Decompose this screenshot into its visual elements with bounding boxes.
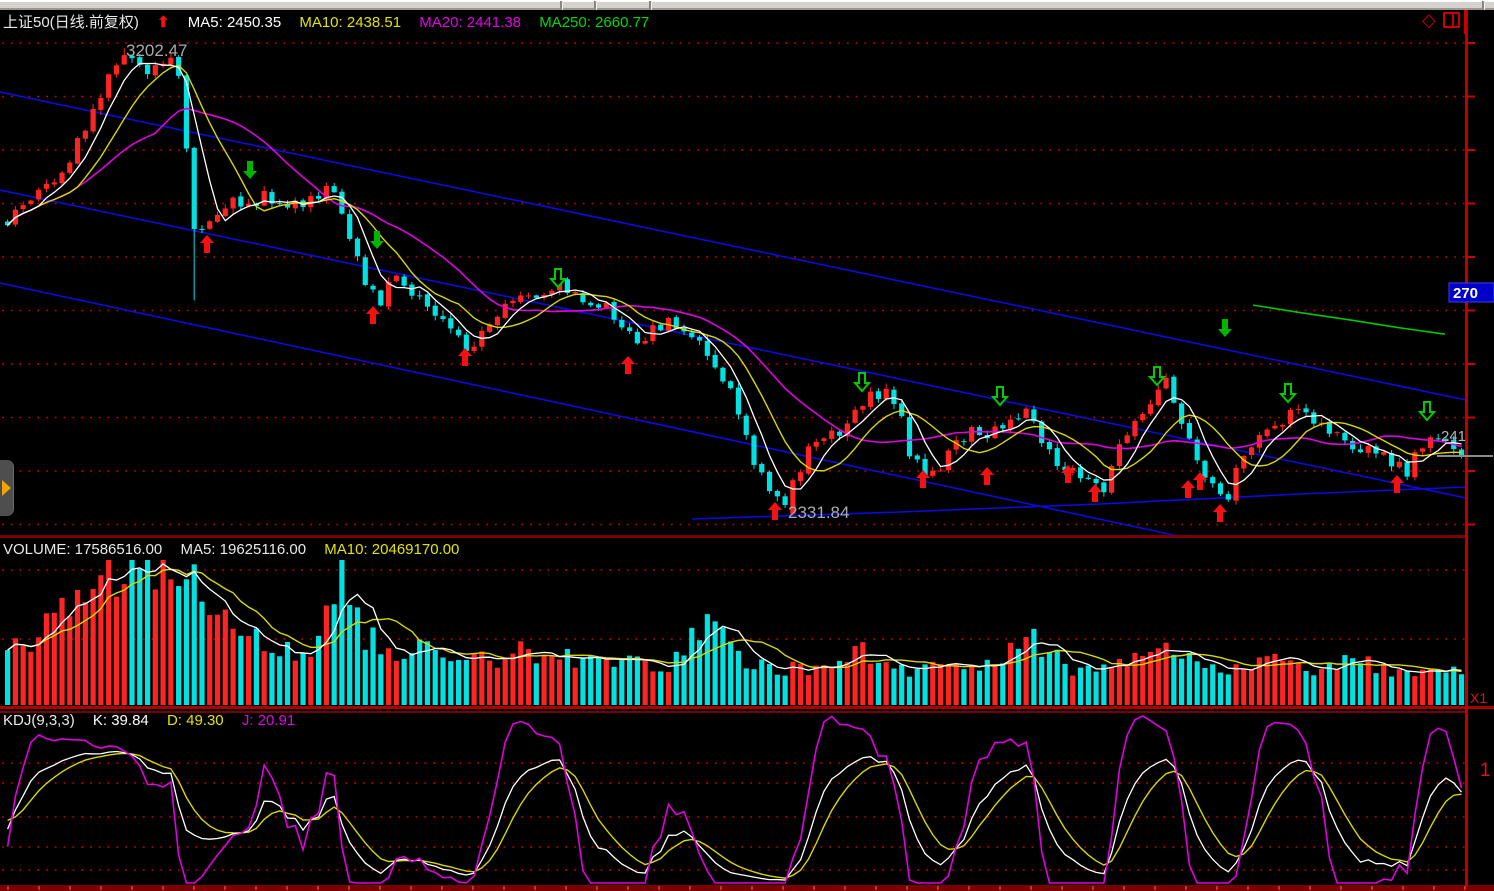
pane-borders xyxy=(0,10,1494,891)
split-window-icon[interactable] xyxy=(1443,12,1460,28)
buy-arrow-icon xyxy=(768,502,782,520)
sell-arrow-icon xyxy=(1150,367,1164,385)
ma10-line xyxy=(8,65,1462,470)
ma5-value: MA5: 2450.35 xyxy=(188,14,281,31)
buy-arrow-icon xyxy=(366,306,380,324)
volume-bars xyxy=(5,560,1464,705)
sidebar-expander-handle[interactable] xyxy=(0,460,14,516)
buy-arrow-icon xyxy=(980,467,994,485)
trading-terminal: 3202.47 2331.84 241 270 X1 1 上证50(日线.前复权) ⬆ M… xyxy=(0,0,1494,891)
sell-arrow-icon xyxy=(370,231,384,249)
expand-arrow-icon xyxy=(2,480,11,496)
sell-arrow-icon xyxy=(1281,384,1295,402)
buy-arrow-icon xyxy=(916,470,930,488)
diamond-icon[interactable]: ◇ xyxy=(1422,12,1436,28)
sell-arrow-icon xyxy=(993,387,1007,405)
up-arrow-icon: ⬆ xyxy=(157,14,170,31)
last-price-label: 241 xyxy=(1441,428,1466,445)
volume-ma10-value: MA10: 20469170.00 xyxy=(324,541,459,558)
volume-ma5-value: MA5: 19625116.00 xyxy=(180,541,306,558)
ma5-line xyxy=(8,63,1462,489)
kdj-k-line xyxy=(8,751,1462,880)
kdj-d-value: D: 49.30 xyxy=(167,712,224,729)
buy-arrow-icon xyxy=(621,356,635,374)
symbol-title[interactable]: 上证50(日线.前复权) xyxy=(3,14,139,31)
buy-arrow-icon xyxy=(1181,480,1195,498)
sell-arrow-icon xyxy=(1218,319,1232,337)
kdj-d-line xyxy=(8,753,1462,878)
sell-arrow-icon xyxy=(1420,402,1434,420)
sell-arrow-icon xyxy=(243,161,257,179)
corner-icon-group: ◇ xyxy=(1422,12,1460,28)
ma250-line xyxy=(1253,305,1445,334)
volume-gridlines xyxy=(2,570,1465,639)
right-border-caret xyxy=(1464,10,1466,34)
ma20-value: MA20: 2441.38 xyxy=(419,14,521,31)
volume-value: VOLUME: 17586516.00 xyxy=(3,541,162,558)
buy-arrow-icon xyxy=(200,235,214,253)
ma10-value: MA10: 2438.51 xyxy=(299,14,401,31)
volume-pane-header: VOLUME: 17586516.00 MA5: 19625116.00 MA1… xyxy=(3,541,473,558)
peak-price-label: 3202.47 xyxy=(126,41,187,60)
kdj-pane-header: KDJ(9,3,3) K: 39.84 D: 49.30 J: 20.91 xyxy=(3,712,309,729)
sell-arrow-icon xyxy=(855,373,869,391)
volume-unit-label: X1 xyxy=(1470,690,1487,706)
ma250-value: MA250: 2660.77 xyxy=(539,14,649,31)
sell-arrow-icon xyxy=(551,269,565,287)
kdj-title[interactable]: KDJ(9,3,3) xyxy=(3,712,75,729)
kdj-j-value: J: 20.91 xyxy=(242,712,295,729)
trendlines xyxy=(0,92,1466,536)
chart-canvas[interactable]: 3202.47 2331.84 241 270 X1 1 xyxy=(0,0,1494,891)
kdj-k-value: K: 39.84 xyxy=(93,712,149,729)
kdj-j-line xyxy=(8,716,1462,883)
buy-arrow-icon xyxy=(1213,504,1227,522)
kdj-gridlines xyxy=(2,763,1465,870)
kdj-axis-label: 1 xyxy=(1480,760,1491,781)
price-tag-label: 270 xyxy=(1453,285,1478,302)
price-pane-header: 上证50(日线.前复权) ⬆ MA5: 2450.35 MA10: 2438.5… xyxy=(3,11,663,32)
ma20-line xyxy=(8,108,1462,448)
trough-price-label: 2331.84 xyxy=(788,503,849,522)
buy-arrow-icon xyxy=(1088,484,1102,502)
